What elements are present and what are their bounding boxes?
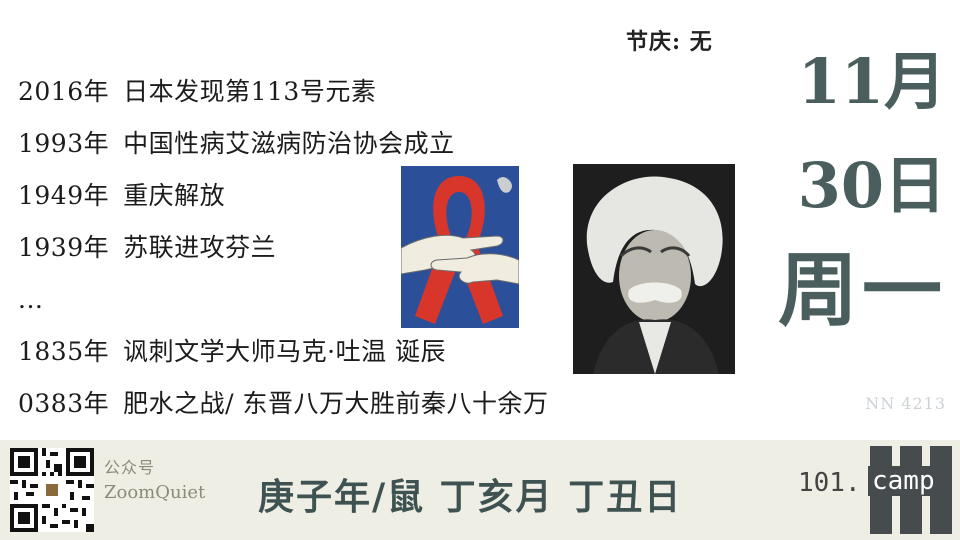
event-year: 0383年 bbox=[18, 389, 110, 418]
event-year: 1949年 bbox=[18, 181, 110, 210]
event-text: 中国性病艾滋病防治协会成立 bbox=[123, 129, 455, 158]
event-year: 1993年 bbox=[18, 129, 110, 158]
date-block: 11月 30日 周一 bbox=[756, 30, 946, 342]
date-weekday: 周一 bbox=[778, 243, 946, 337]
event-text: 讽刺文学大师马克·吐温 诞辰 bbox=[123, 337, 447, 366]
event-year: 2016年 bbox=[18, 77, 110, 106]
event-year: 1835年 bbox=[18, 337, 110, 366]
aids-ribbon-image bbox=[401, 166, 519, 328]
event-text: 日本发现第113号元素 bbox=[123, 77, 377, 106]
event-text: 苏联进攻芬兰 bbox=[123, 233, 277, 262]
event-year: ... bbox=[18, 285, 44, 314]
logo-prefix: 101. bbox=[798, 468, 861, 498]
event-year: 1939年 bbox=[18, 233, 110, 262]
event-item: 1835年 讽刺文学大师马克·吐温 诞辰 bbox=[18, 330, 549, 382]
date-day: 30日 bbox=[797, 149, 946, 222]
date-month: 11月 bbox=[797, 45, 946, 118]
event-item: 0383年 肥水之战/ 东晋八万大胜前秦八十余万 bbox=[18, 382, 549, 434]
qr-code-icon bbox=[10, 448, 94, 532]
account-label: 公众号 bbox=[104, 458, 156, 477]
mark-twain-portrait bbox=[573, 164, 735, 374]
camp-logo: 101. camp bbox=[798, 446, 952, 534]
festival-label: 节庆: bbox=[626, 29, 682, 55]
logo-word: camp bbox=[868, 466, 939, 496]
festival-value: 无 bbox=[689, 29, 713, 55]
issue-code: NN 4213 bbox=[865, 394, 946, 413]
event-text: 重庆解放 bbox=[123, 181, 226, 210]
event-text: 肥水之战/ 东晋八万大胜前秦八十余万 bbox=[123, 389, 549, 418]
event-item: 2016年 日本发现第113号元素 bbox=[18, 70, 549, 122]
account-name: ZoomQuiet bbox=[104, 482, 206, 503]
ganzhi-date: 庚子年/鼠 丁亥月 丁丑日 bbox=[258, 476, 683, 518]
festival-line: 节庆: 无 bbox=[626, 24, 713, 56]
footer-bar: 公众号 ZoomQuiet 庚子年/鼠 丁亥月 丁丑日 101. camp bbox=[0, 440, 960, 540]
